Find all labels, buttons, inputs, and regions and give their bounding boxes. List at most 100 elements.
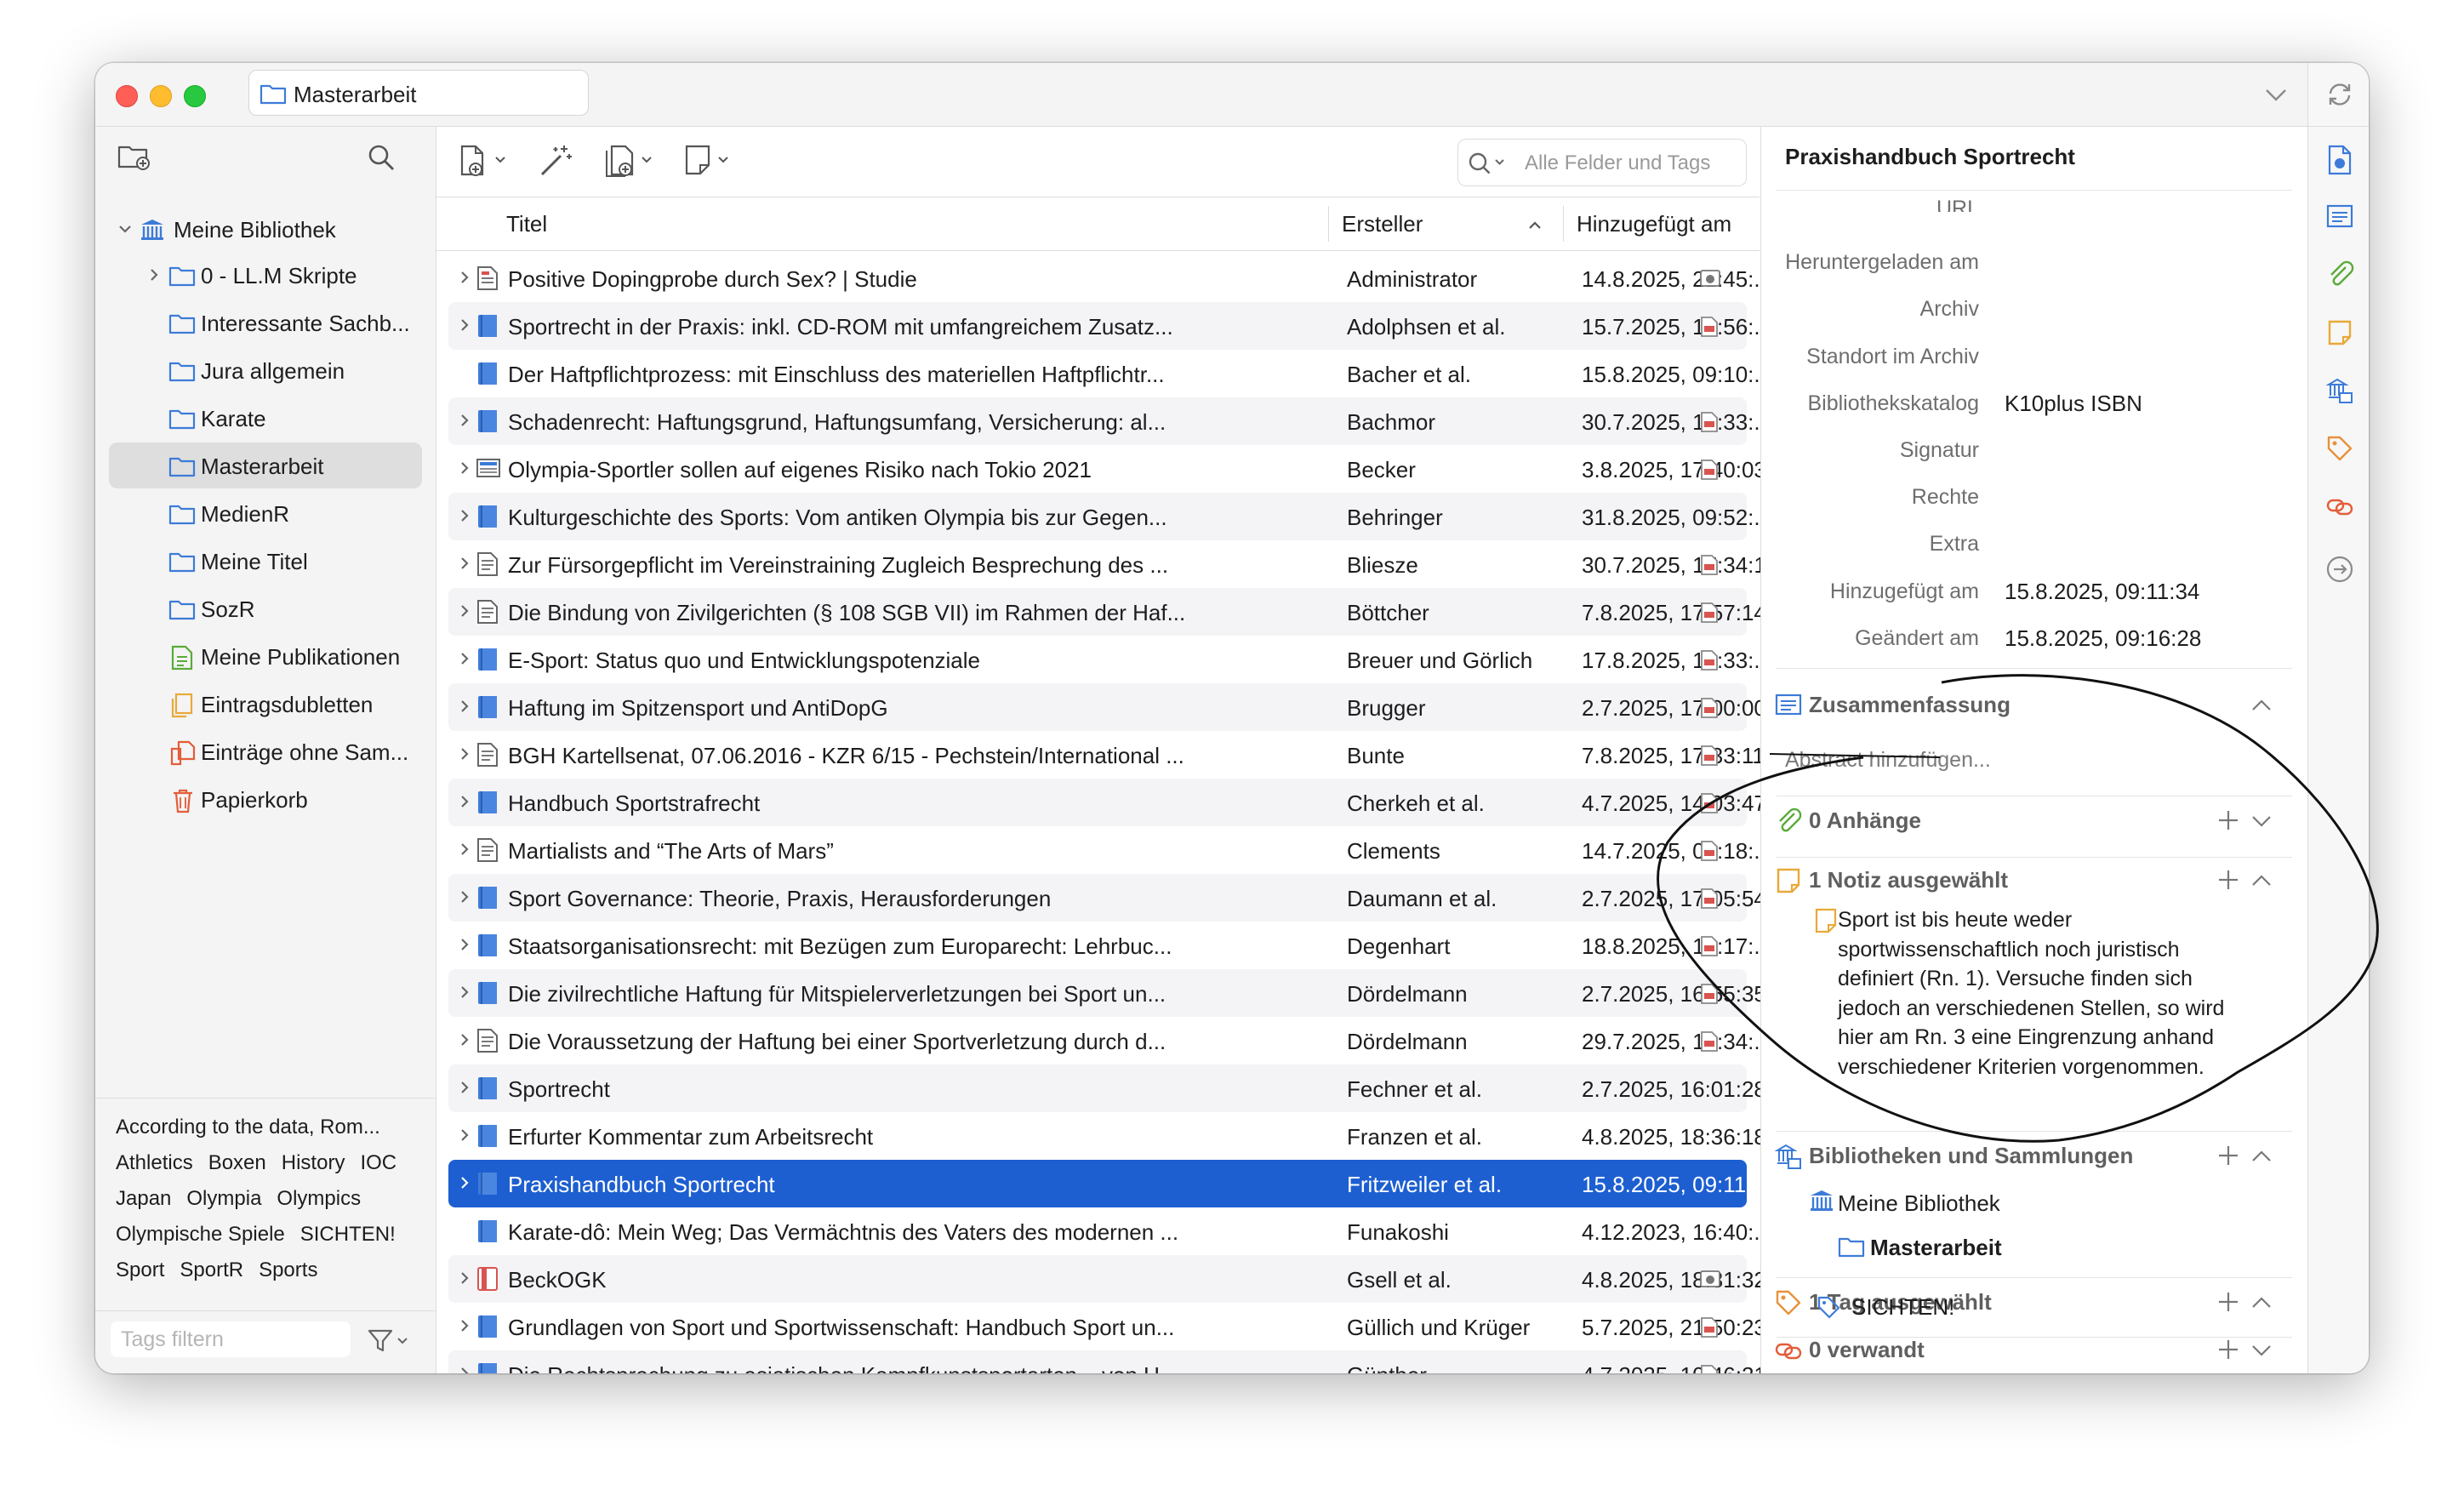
chevron-right-icon[interactable] [146, 267, 162, 287]
notes-section-icon[interactable] [2325, 318, 2354, 351]
pdf-attachment-icon[interactable] [1699, 316, 1720, 342]
chevron-right-icon[interactable] [457, 937, 472, 956]
new-item-icon[interactable] [459, 144, 515, 182]
collection-papierkorb[interactable]: Papierkorb [109, 776, 422, 822]
chevron-up-icon[interactable] [2251, 697, 2272, 718]
table-row[interactable]: Praxishandbuch Sportrecht Fritzweiler et … [448, 1160, 1771, 1207]
close-window-button[interactable] [116, 85, 138, 107]
note-preview-text[interactable]: Sport ist bis heute weder sportwissensch… [1838, 905, 2238, 1082]
collection-interessante-sachbuecher[interactable]: Interessante Sachb... [109, 300, 422, 345]
column-divider[interactable] [1563, 206, 1564, 242]
chevron-right-icon[interactable] [457, 984, 472, 1004]
table-row[interactable]: BeckOGK Gsell et al. 4.8.2025, 18:31:32 [448, 1255, 1766, 1303]
new-note-icon[interactable] [683, 144, 739, 182]
table-row[interactable]: Grundlagen von Sport und Sportwissenscha… [448, 1303, 1766, 1350]
item-search-field[interactable]: Alle Felder und Tags [1457, 139, 1747, 186]
collection-name[interactable]: Masterarbeit [1870, 1235, 2002, 1261]
table-row[interactable]: Sport Governance: Theorie, Praxis, Herau… [448, 874, 1766, 922]
tag-chip[interactable]: Athletics [116, 1151, 193, 1174]
magic-wand-icon[interactable] [539, 144, 574, 182]
table-row[interactable]: Olympia-Sportler sollen auf eigenes Risi… [448, 445, 1766, 493]
tags-section-icon[interactable] [2325, 434, 2354, 467]
collection-meine-titel[interactable]: Meine Titel [109, 538, 422, 584]
tag-chip[interactable]: Olympia [186, 1187, 261, 1210]
chevron-right-icon[interactable] [457, 603, 472, 623]
abstract-section-icon[interactable] [2325, 203, 2354, 234]
table-row[interactable]: Staatsorganisationsrecht: mit Bezügen zu… [448, 922, 1772, 969]
section-libraries-header[interactable]: Bibliotheken und Sammlungen [1774, 1139, 2292, 1173]
chevron-right-icon[interactable] [457, 508, 472, 528]
pdf-attachment-icon[interactable] [1699, 554, 1720, 580]
tag-chip[interactable]: Sport [116, 1258, 164, 1281]
zoom-window-button[interactable] [184, 85, 206, 107]
add-tag-plus-icon[interactable] [2217, 1291, 2239, 1317]
pdf-attachment-icon[interactable] [1699, 792, 1720, 819]
tag-chip[interactable]: Olympische Spiele [116, 1223, 285, 1246]
section-related-header[interactable]: 0 verwandt [1775, 1333, 2292, 1367]
collection-unfiled-items[interactable]: Einträge ohne Sam... [109, 728, 422, 774]
locate-icon[interactable] [2325, 555, 2354, 588]
attachments-section-icon[interactable] [2325, 260, 2354, 294]
chevron-right-icon[interactable] [457, 317, 472, 337]
minimize-window-button[interactable] [150, 85, 172, 107]
tag-chip[interactable]: Japan [116, 1187, 171, 1210]
chevron-right-icon[interactable] [457, 699, 472, 718]
tag-chip[interactable]: Boxen [208, 1151, 266, 1174]
tag-actions-filter-icon[interactable] [368, 1328, 410, 1358]
chevron-right-icon[interactable] [457, 1032, 472, 1052]
chevron-right-icon[interactable] [457, 270, 472, 289]
add-note-plus-icon[interactable] [2217, 869, 2239, 895]
column-divider[interactable] [1328, 206, 1329, 242]
collection-karate[interactable]: Karate [109, 395, 422, 441]
add-attachment-plus-icon[interactable] [2217, 809, 2239, 836]
table-row[interactable]: Die Bindung von Zivilgerichten (§ 108 SG… [448, 588, 1766, 636]
table-row[interactable]: E-Sport: Status quo und Entwicklungspote… [448, 636, 1772, 683]
pdf-attachment-icon[interactable] [1699, 1030, 1720, 1057]
info-section-icon[interactable] [2325, 145, 2354, 180]
chevron-down-icon[interactable] [117, 221, 133, 241]
collection-ll-m-skripte[interactable]: 0 - LL.M Skripte [109, 252, 422, 298]
pdf-attachment-icon[interactable] [1699, 745, 1720, 771]
chevron-down-icon[interactable] [2251, 813, 2272, 834]
new-collection-icon[interactable] [117, 142, 151, 175]
pdf-attachment-icon[interactable] [1699, 983, 1720, 1009]
section-attachments-header[interactable]: 0 Anhänge [1775, 804, 2292, 838]
collection-meine-publikationen[interactable]: Meine Publikationen [109, 633, 422, 679]
add-attachment-icon[interactable] [603, 144, 659, 182]
library-name[interactable]: Meine Bibliothek [1838, 1190, 2000, 1217]
add-related-plus-icon[interactable] [2217, 1338, 2239, 1365]
tag-chip[interactable]: SICHTEN! [300, 1223, 396, 1246]
table-row[interactable]: Kulturgeschichte des Sports: Vom antiken… [448, 493, 1772, 540]
tag-chip[interactable]: History [282, 1151, 345, 1174]
collection-masterarbeit[interactable]: Masterarbeit [109, 442, 422, 488]
chevron-right-icon[interactable] [457, 794, 472, 813]
pdf-attachment-icon[interactable] [1699, 887, 1720, 914]
collection-my-library[interactable]: Meine Bibliothek [109, 206, 422, 252]
collection-sozr[interactable]: SozR [109, 585, 422, 631]
chevron-up-icon[interactable] [2251, 1294, 2272, 1316]
field-value[interactable]: 15.8.2025, 09:16:28 [2005, 625, 2201, 652]
search-icon[interactable] [366, 142, 396, 177]
add-to-collection-plus-icon[interactable] [2217, 1144, 2239, 1171]
table-row[interactable]: Sportrecht Fechner et al. 2.7.2025, 16:01:… [448, 1064, 1766, 1112]
column-header-creator[interactable]: Ersteller [1342, 211, 1423, 237]
collection-eintragsdubletten[interactable]: Eintragsdubletten [109, 681, 422, 727]
tag-chip[interactable]: Sports [259, 1258, 317, 1281]
table-row[interactable]: Sportrecht in der Praxis: inkl. CD-ROM m… [448, 302, 1772, 350]
tag-chip[interactable]: SportR [180, 1258, 243, 1281]
collection-medienr[interactable]: MedienR [109, 490, 422, 536]
column-header-title[interactable]: Titel [506, 211, 547, 237]
collection-jura-allgemein[interactable]: Jura allgemein [109, 347, 422, 393]
chevron-right-icon[interactable] [457, 1318, 472, 1338]
chevron-right-icon[interactable] [457, 651, 472, 671]
tag-chip[interactable]: IOC [360, 1151, 396, 1174]
table-row[interactable]: Die zivilrechtliche Haftung für Mitspiel… [448, 969, 1766, 1017]
field-value[interactable]: 15.8.2025, 09:11:34 [2005, 579, 2199, 605]
libraries-collections-section-icon[interactable] [2325, 376, 2354, 409]
pdf-attachment-icon[interactable] [1699, 1364, 1720, 1373]
table-row[interactable]: Martialists and “The Arts of Mars” Clemen… [448, 826, 1772, 874]
snapshot-attachment-icon[interactable] [1699, 1269, 1721, 1293]
chevron-right-icon[interactable] [457, 746, 472, 766]
table-row[interactable]: Zur Fürsorgepflicht im Vereinstraining Z… [448, 540, 1777, 588]
chevron-right-icon[interactable] [457, 556, 472, 575]
